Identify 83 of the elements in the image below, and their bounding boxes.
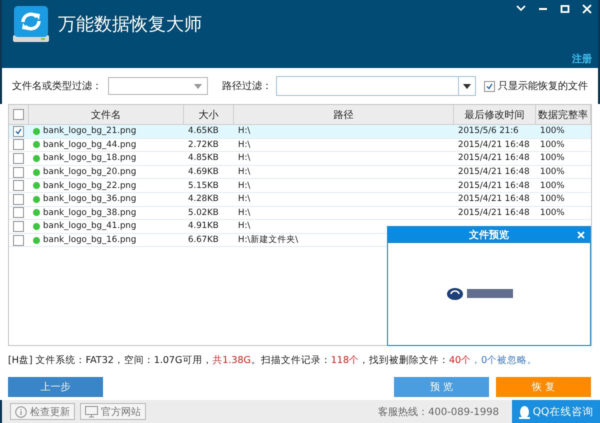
column-header[interactable]: 路径 (234, 105, 454, 125)
file-name: bank_logo_bg_38.png (43, 208, 136, 218)
close-icon[interactable] (582, 4, 592, 14)
file-path: H:\ (238, 194, 250, 204)
file-path: H:\ (238, 126, 250, 136)
file-path: H:\新建文件夹\ (238, 234, 298, 246)
file-name: bank_logo_bg_20.png (43, 167, 136, 178)
checkbox[interactable] (13, 180, 24, 192)
qq-consult-button[interactable]: QQ在线咨询 (512, 400, 600, 423)
file-size: 4.65KB (188, 126, 219, 136)
file-name: bank_logo_bg_41.png (43, 221, 136, 232)
checkbox[interactable] (13, 234, 24, 246)
file-name: bank_logo_bg_22.png (43, 180, 136, 191)
window-title: 万能数据恢复大师 (58, 13, 202, 36)
integrity-rate: 100% (540, 208, 565, 218)
integrity-rate: 100% (540, 126, 565, 136)
path-filter-field[interactable] (276, 76, 476, 96)
checkbox[interactable] (13, 152, 24, 164)
check-update-button[interactable]: 检查更新 (10, 403, 75, 420)
file-size: 6.67KB (188, 235, 219, 246)
checkbox[interactable] (13, 139, 24, 150)
recover-button[interactable]: 恢 复 (496, 377, 591, 397)
panel-title: 文件预览 (469, 228, 509, 242)
modified-time: 2015/4/21 16:48 (458, 194, 530, 204)
penguin-icon (518, 404, 530, 418)
info-icon (15, 406, 27, 418)
file-name: bank_logo_bg_16.png (43, 235, 136, 246)
integrity-rate: 100% (540, 167, 565, 178)
file-size: 2.72KB (188, 140, 219, 150)
preview-image-drawing (446, 286, 516, 302)
file-name: bank_logo_bg_21.png (43, 126, 136, 136)
file-name: bank_logo_bg_36.png (43, 194, 136, 204)
type-filter-dropdown[interactable] (108, 77, 208, 95)
checkbox[interactable] (13, 194, 24, 205)
maximize-icon[interactable] (560, 4, 570, 14)
hotline-text: 客服热线：400-089-1998 (378, 406, 499, 418)
filter-label: 文件名或类型过滤： (12, 80, 102, 93)
modified-time: 2015/4/21 16:48 (458, 153, 530, 164)
file-size: 5.15KB (188, 180, 219, 191)
file-size: 4.91KB (188, 221, 219, 232)
preview-button[interactable]: 预 览 (394, 377, 489, 397)
integrity-rate: 100% (540, 180, 565, 191)
integrity-rate: 100% (540, 194, 565, 204)
file-path: H:\ (238, 153, 250, 164)
checkbox[interactable] (484, 80, 495, 92)
file-size: 4.85KB (188, 153, 219, 164)
monitor-icon (85, 406, 98, 418)
column-header[interactable]: 大小 (184, 105, 234, 125)
file-size: 5.02KB (188, 208, 219, 218)
file-path: H:\ (238, 140, 250, 150)
dropdown-icon[interactable] (516, 4, 526, 14)
modified-time: 2015/4/21 16:48 (458, 167, 530, 178)
back-button[interactable]: 上一步 (8, 377, 103, 397)
caret-icon[interactable] (463, 84, 471, 88)
column-header[interactable]: 文件名 (29, 105, 184, 125)
column-header[interactable]: 最后修改时间 (454, 105, 536, 125)
checkbox[interactable] (13, 109, 24, 120)
checkbox[interactable] (13, 166, 24, 178)
file-name: bank_logo_bg_44.png (43, 140, 136, 150)
column-header[interactable]: 数据完整率 (536, 105, 591, 125)
file-path: H:\ (238, 208, 250, 218)
file-path: H:\ (238, 221, 250, 232)
modified-time: 2015/4/21 16:48 (458, 180, 530, 191)
integrity-rate: 100% (540, 140, 565, 150)
filter-label: 路径过滤： (222, 80, 272, 93)
checkbox[interactable] (13, 220, 24, 232)
file-size: 4.28KB (188, 194, 219, 204)
file-path: H:\ (238, 180, 250, 191)
integrity-rate: 100% (540, 153, 565, 164)
register-link[interactable]: 注册 (572, 52, 592, 66)
checkbox[interactable] (13, 207, 24, 218)
file-name: bank_logo_bg_18.png (43, 153, 136, 164)
caret-icon (194, 84, 202, 88)
modified-time: 2015/5/6 21:6 (458, 126, 519, 136)
modified-time: 2015/4/21 16:48 (458, 208, 530, 218)
modified-time: 2015/4/21 16:48 (458, 140, 530, 150)
file-path: H:\ (238, 167, 250, 178)
scan-summary-text: [H盘] 文件系统：FAT32，空间：1.07G可用，共1.38G。扫描文件记录：118个，找到被删除文件：40个，0个被忽略。 (8, 355, 538, 366)
app-logo-icon (12, 5, 50, 43)
file-size: 4.69KB (188, 167, 219, 178)
checkbox-label: 只显示能恢复的文件 (498, 80, 588, 93)
checkbox[interactable] (13, 126, 24, 137)
website-button[interactable]: 官方网站 (80, 403, 146, 420)
